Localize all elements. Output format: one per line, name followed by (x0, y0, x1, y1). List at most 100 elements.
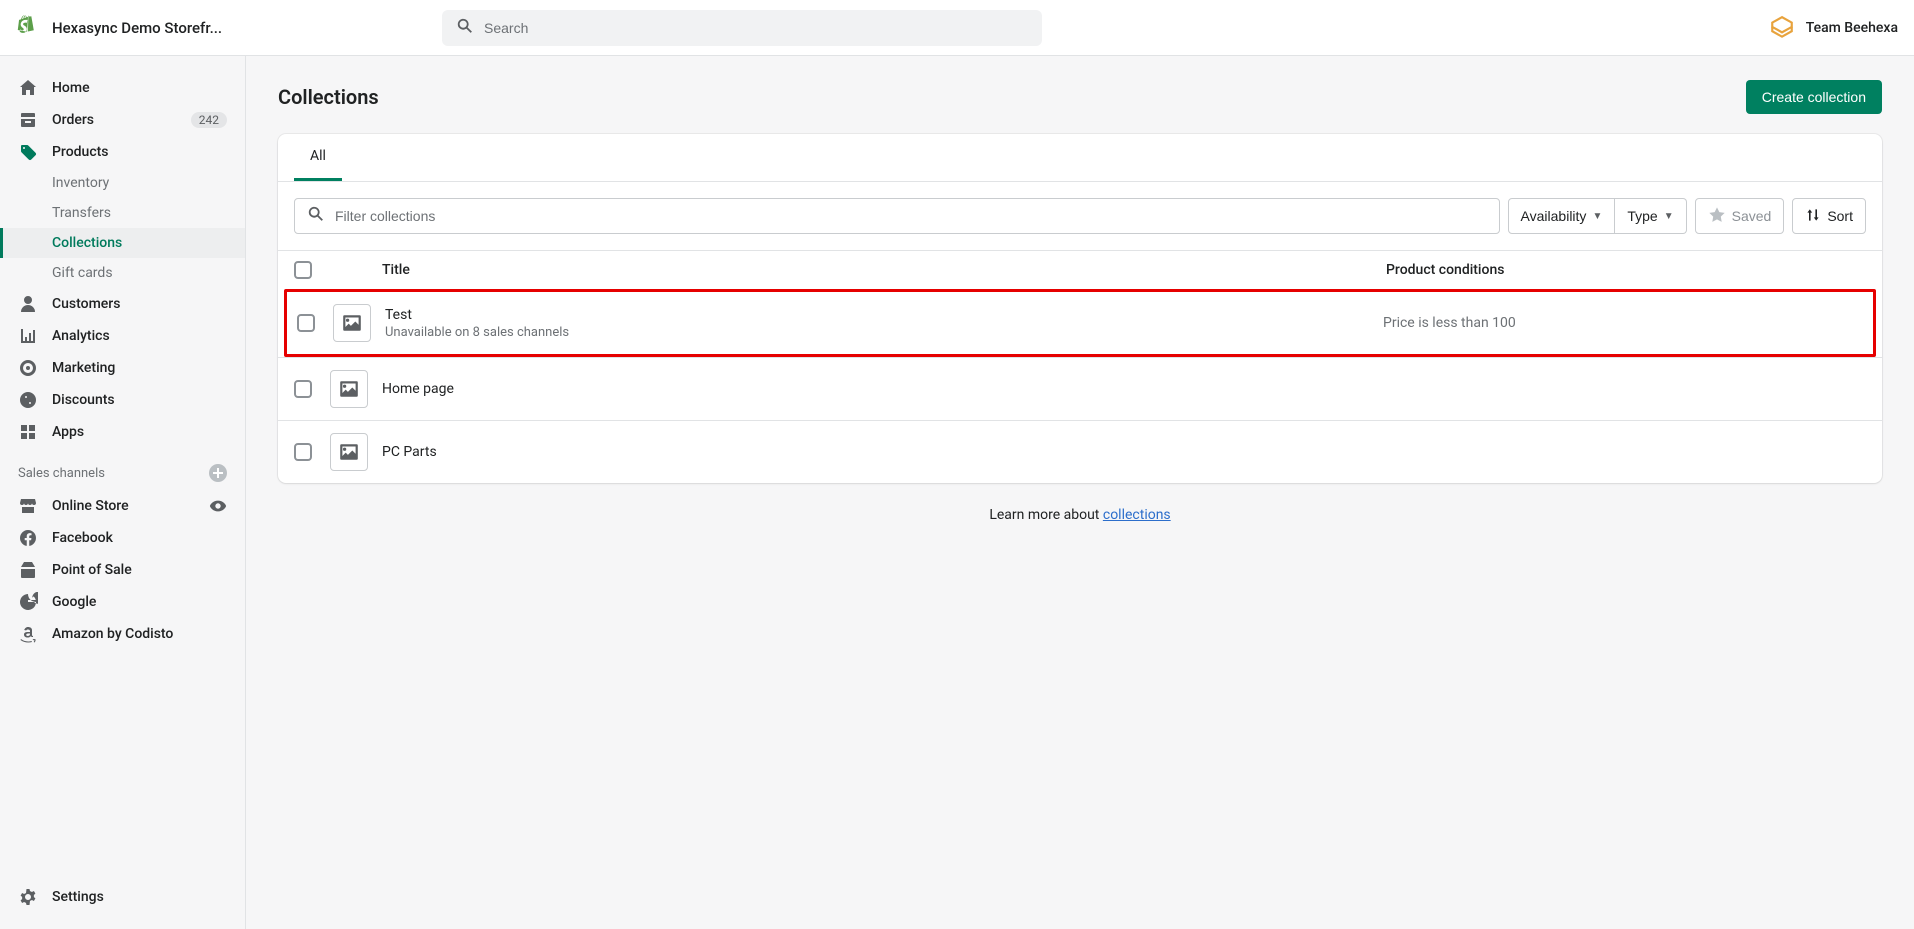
store-name[interactable]: Hexasync Demo Storefr... (52, 19, 222, 37)
collections-card: All Availability ▼ Type ▼ (278, 134, 1882, 483)
sidebar-item-online-store[interactable]: Online Store (0, 490, 245, 522)
caret-down-icon: ▼ (1592, 211, 1602, 222)
sidebar-item-apps[interactable]: Apps (0, 416, 245, 448)
sidebar-sub-gift-cards[interactable]: Gift cards (0, 258, 245, 288)
sidebar-label: Orders (52, 112, 94, 128)
learn-more-footer: Learn more about collections (278, 483, 1882, 547)
marketing-icon (18, 358, 38, 378)
sidebar-label: Apps (52, 424, 84, 440)
filter-input-wrap[interactable] (294, 198, 1500, 234)
sidebar-label: Customers (52, 296, 120, 312)
sidebar-label: Online Store (52, 498, 129, 514)
tab-all[interactable]: All (294, 134, 342, 181)
sidebar-label: Products (52, 144, 109, 160)
table-header: Title Product conditions (278, 250, 1882, 289)
filter-row: Availability ▼ Type ▼ Saved Sort (278, 182, 1882, 250)
table-row[interactable]: Home page (278, 357, 1882, 420)
saved-button[interactable]: Saved (1695, 198, 1785, 234)
orders-badge: 242 (191, 112, 227, 128)
image-placeholder-icon (330, 370, 368, 408)
row-title: PC Parts (382, 444, 1386, 460)
sidebar-sub-transfers[interactable]: Transfers (0, 198, 245, 228)
sidebar-item-analytics[interactable]: Analytics (0, 320, 245, 352)
store-icon (18, 496, 38, 516)
select-all-checkbox[interactable] (294, 261, 312, 279)
tabs: All (278, 134, 1882, 182)
page-title: Collections (278, 85, 379, 109)
row-title: Home page (382, 381, 1386, 397)
sidebar-label: Marketing (52, 360, 115, 376)
analytics-icon (18, 326, 38, 346)
discounts-icon (18, 390, 38, 410)
sidebar-label: Google (52, 594, 96, 610)
team-badge-icon[interactable] (1768, 14, 1796, 42)
sales-channels-header: Sales channels (0, 448, 245, 490)
search-icon (456, 17, 474, 39)
availability-filter-button[interactable]: Availability ▼ (1508, 198, 1616, 234)
sidebar-item-marketing[interactable]: Marketing (0, 352, 245, 384)
sidebar-item-products[interactable]: Products (0, 136, 245, 168)
sidebar-sub-collections[interactable]: Collections (0, 228, 245, 258)
create-collection-button[interactable]: Create collection (1746, 80, 1882, 114)
header-title[interactable]: Title (382, 262, 1386, 278)
table-row[interactable]: Test Unavailable on 8 sales channels Pri… (284, 289, 1876, 357)
sidebar-item-discounts[interactable]: Discounts (0, 384, 245, 416)
sidebar: Home Orders 242 Products Inventory Trans… (0, 56, 246, 929)
row-conditions: Price is less than 100 (1383, 315, 1863, 331)
gear-icon (18, 887, 38, 907)
caret-down-icon: ▼ (1664, 211, 1674, 222)
sidebar-label: Amazon by Codisto (52, 626, 173, 642)
search-container (442, 10, 1042, 46)
shopify-logo-icon (16, 14, 40, 42)
page-header: Collections Create collection (278, 80, 1882, 114)
sidebar-label: Analytics (52, 328, 110, 344)
row-checkbox[interactable] (294, 380, 312, 398)
sidebar-item-amazon[interactable]: Amazon by Codisto (0, 618, 245, 650)
sidebar-item-pos[interactable]: Point of Sale (0, 554, 245, 586)
sidebar-item-google[interactable]: Google (0, 586, 245, 618)
team-name[interactable]: Team Beehexa (1806, 20, 1898, 36)
pos-icon (18, 560, 38, 580)
sidebar-label: Discounts (52, 392, 115, 408)
row-checkbox[interactable] (294, 443, 312, 461)
type-filter-button[interactable]: Type ▼ (1615, 198, 1686, 234)
main-content: Collections Create collection All Availa… (246, 56, 1914, 929)
sidebar-label: Point of Sale (52, 562, 132, 578)
sidebar-item-home[interactable]: Home (0, 72, 245, 104)
row-subtitle: Unavailable on 8 sales channels (385, 325, 1383, 340)
sort-button[interactable]: Sort (1792, 198, 1866, 234)
search-box[interactable] (442, 10, 1042, 46)
row-title: Test (385, 307, 1383, 323)
sidebar-label: Home (52, 80, 90, 96)
collections-help-link[interactable]: collections (1103, 507, 1171, 523)
eye-icon[interactable] (209, 497, 227, 515)
sidebar-label: Facebook (52, 530, 113, 546)
orders-icon (18, 110, 38, 130)
apps-icon (18, 422, 38, 442)
filter-button-group: Availability ▼ Type ▼ (1508, 198, 1687, 234)
add-channel-icon[interactable] (209, 464, 227, 482)
topbar: Hexasync Demo Storefr... Team Beehexa (0, 0, 1914, 56)
customers-icon (18, 294, 38, 314)
filter-input[interactable] (335, 208, 1487, 224)
home-icon (18, 78, 38, 98)
sidebar-item-customers[interactable]: Customers (0, 288, 245, 320)
image-placeholder-icon (333, 304, 371, 342)
search-icon (307, 205, 325, 227)
topbar-left: Hexasync Demo Storefr... (16, 14, 246, 42)
row-checkbox[interactable] (297, 314, 315, 332)
amazon-icon (18, 624, 38, 644)
sidebar-item-orders[interactable]: Orders 242 (0, 104, 245, 136)
sidebar-item-facebook[interactable]: Facebook (0, 522, 245, 554)
sidebar-item-settings[interactable]: Settings (0, 881, 245, 913)
products-icon (18, 142, 38, 162)
topbar-right: Team Beehexa (1768, 14, 1898, 42)
sort-icon (1805, 207, 1821, 226)
search-input[interactable] (484, 20, 1028, 36)
table-row[interactable]: PC Parts (278, 420, 1882, 483)
sidebar-label: Settings (52, 889, 104, 905)
header-conditions[interactable]: Product conditions (1386, 262, 1866, 278)
google-icon (18, 592, 38, 612)
image-placeholder-icon (330, 433, 368, 471)
sidebar-sub-inventory[interactable]: Inventory (0, 168, 245, 198)
